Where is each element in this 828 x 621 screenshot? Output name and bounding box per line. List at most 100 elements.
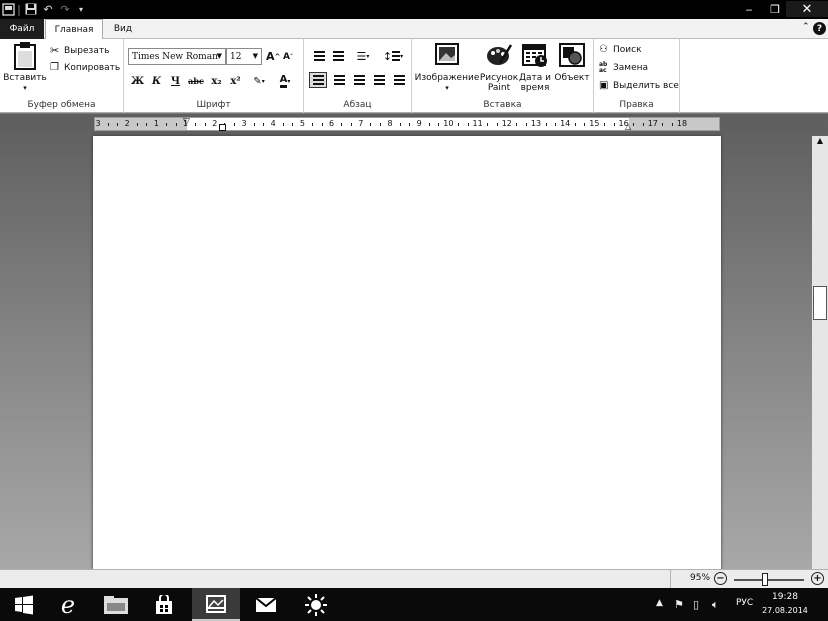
ruler-tick — [545, 123, 547, 126]
ruler-number: 3 — [241, 119, 247, 128]
title-bar: | ↶ ↷ ▾ ‒ ❐ ✕ — [0, 0, 828, 19]
shrink-font-button[interactable]: Aˇ — [283, 52, 293, 62]
ruler-tick — [350, 123, 352, 126]
ruler-tick — [574, 123, 576, 126]
clock-date[interactable]: 27.08.2014 — [762, 606, 808, 615]
ruler-tick — [672, 123, 674, 126]
ruler-tick — [380, 123, 382, 126]
taskbar-file-explorer[interactable] — [92, 588, 140, 621]
zoom-in-button[interactable]: + — [811, 572, 824, 585]
horizontal-ruler[interactable]: 3 2 1 1 2 3 4 5 6 7 8 9 10 11 12 13 14 15 16 17 18 ▽ △ — [94, 117, 720, 131]
ruler-tick — [146, 123, 148, 126]
document-page[interactable] — [93, 136, 721, 569]
line-spacing-icon: ↕ — [382, 49, 393, 63]
action-center-flag-icon[interactable]: ⚑ — [674, 598, 684, 611]
ruler-tick — [409, 123, 411, 126]
paste-button[interactable]: Вставить ▾ — [3, 42, 47, 93]
tab-home[interactable]: Главная — [45, 19, 103, 40]
highlight-color-button[interactable]: ✎ ▾ — [248, 73, 270, 89]
ruler-number: 14 — [560, 119, 571, 128]
calendar-clock-icon — [522, 44, 547, 67]
close-button[interactable]: ✕ — [786, 1, 828, 17]
insert-date-time-button[interactable]: Дата и время — [518, 43, 552, 93]
font-size-select[interactable]: 12 ▼ — [226, 48, 262, 65]
ruler-number: 12 — [501, 119, 512, 128]
zoom-out-button[interactable]: − — [714, 572, 727, 585]
select-all-button[interactable]: ▣ Выделить все — [599, 80, 679, 91]
restore-button[interactable]: ❐ — [764, 1, 786, 17]
subscript-button[interactable]: x₂ — [208, 73, 225, 89]
sun-icon — [305, 593, 327, 616]
insert-image-label: Изображение — [414, 73, 480, 83]
paragraph-icon — [393, 75, 405, 85]
collapse-ribbon-icon[interactable]: ⌃ — [802, 22, 810, 32]
insert-paint-drawing-button[interactable]: Рисунок Paint — [480, 43, 518, 93]
undo-icon[interactable]: ↶ — [41, 2, 55, 16]
taskbar-wordpad[interactable] — [192, 588, 240, 621]
superscript-button[interactable]: x² — [227, 73, 244, 89]
taskbar-internet-explorer[interactable]: e — [44, 588, 92, 621]
save-icon[interactable] — [24, 2, 38, 16]
align-left-icon — [312, 75, 324, 85]
paragraph-settings-button[interactable] — [390, 72, 408, 88]
bold-button[interactable]: Ж — [129, 73, 146, 89]
replace-button[interactable]: ab ac Замена — [599, 62, 648, 74]
align-right-button[interactable] — [350, 72, 368, 88]
volume-icon[interactable]: 🔈︎ — [712, 598, 719, 612]
redo-icon[interactable]: ↷ — [58, 2, 72, 16]
ruler-tick — [633, 123, 635, 126]
app-icon[interactable] — [1, 2, 15, 16]
vertical-scrollbar[interactable]: ▲ — [812, 136, 828, 569]
scrollbar-thumb[interactable] — [813, 286, 827, 320]
decrease-indent-button[interactable] — [310, 48, 328, 64]
power-icon[interactable]: ▯ — [693, 598, 699, 611]
line-spacing-button[interactable]: ↕ ▾ — [380, 48, 406, 64]
zoom-slider-thumb[interactable] — [762, 573, 768, 586]
paragraph-group: ☰ ▾ ↕ ▾ Абзац — [304, 39, 412, 113]
align-left-button[interactable] — [309, 72, 327, 88]
right-indent-marker[interactable]: △ — [625, 122, 631, 131]
select-all-label: Выделить все — [613, 80, 679, 91]
clock-time[interactable]: 19:28 — [766, 592, 804, 602]
editing-group: ⚇ Поиск ab ac Замена ▣ Выделить все Правк… — [594, 39, 680, 113]
insert-object-button[interactable]: Объект — [552, 43, 592, 83]
first-line-indent-marker[interactable]: ▽ — [183, 117, 190, 127]
input-language-indicator[interactable]: РУС — [736, 598, 753, 608]
customize-quick-access-icon[interactable]: ▾ — [74, 2, 88, 16]
tab-view[interactable]: Вид — [108, 19, 138, 39]
ruler-tick — [175, 123, 177, 126]
tab-file[interactable]: Файл — [0, 19, 44, 39]
zoom-slider-track[interactable] — [734, 579, 804, 581]
ruler-number: 10 — [443, 119, 454, 128]
document-workspace: 3 2 1 1 2 3 4 5 6 7 8 9 10 11 12 13 14 15 16 17 18 ▽ △ ▲ — [0, 114, 828, 569]
help-icon[interactable]: ? — [813, 22, 826, 35]
bullets-button[interactable]: ☰ ▾ — [350, 48, 376, 64]
justify-button[interactable] — [370, 72, 388, 88]
italic-button[interactable]: К — [148, 73, 165, 89]
start-button[interactable] — [0, 588, 48, 621]
text-color-button[interactable]: A ▾ — [274, 73, 296, 89]
scroll-up-icon[interactable]: ▲ — [812, 136, 828, 150]
increase-indent-button[interactable] — [329, 48, 347, 64]
insert-image-button[interactable]: Изображение ▾ — [414, 43, 480, 93]
minimize-button[interactable]: ‒ — [738, 1, 760, 17]
strikethrough-button[interactable]: abc — [186, 73, 206, 89]
taskbar-weather[interactable] — [292, 588, 340, 621]
show-hidden-icons-icon[interactable]: ▲ — [656, 598, 663, 608]
underline-button[interactable]: Ч — [167, 73, 184, 89]
left-indent-marker[interactable] — [219, 124, 226, 131]
clipboard-group: Вставить ▾ ✂ Вырезать ❐ Копировать Буфер… — [0, 39, 124, 113]
ruler-number: 6 — [329, 119, 335, 128]
binoculars-icon: ⚇ — [599, 44, 608, 55]
align-center-button[interactable] — [330, 72, 348, 88]
taskbar-mail[interactable] — [242, 588, 290, 621]
ruler-number: 9 — [416, 119, 422, 128]
cut-button[interactable]: ✂ Вырезать — [50, 44, 109, 57]
find-button[interactable]: ⚇ Поиск — [599, 44, 642, 55]
taskbar-store[interactable] — [140, 588, 188, 621]
font-family-select[interactable]: Times New Roman ▼ — [128, 48, 226, 65]
copy-button[interactable]: ❐ Копировать — [50, 62, 120, 73]
ruler-tick — [195, 123, 197, 126]
ruler-tick — [292, 123, 294, 126]
grow-font-button[interactable]: A ^ — [266, 50, 280, 63]
